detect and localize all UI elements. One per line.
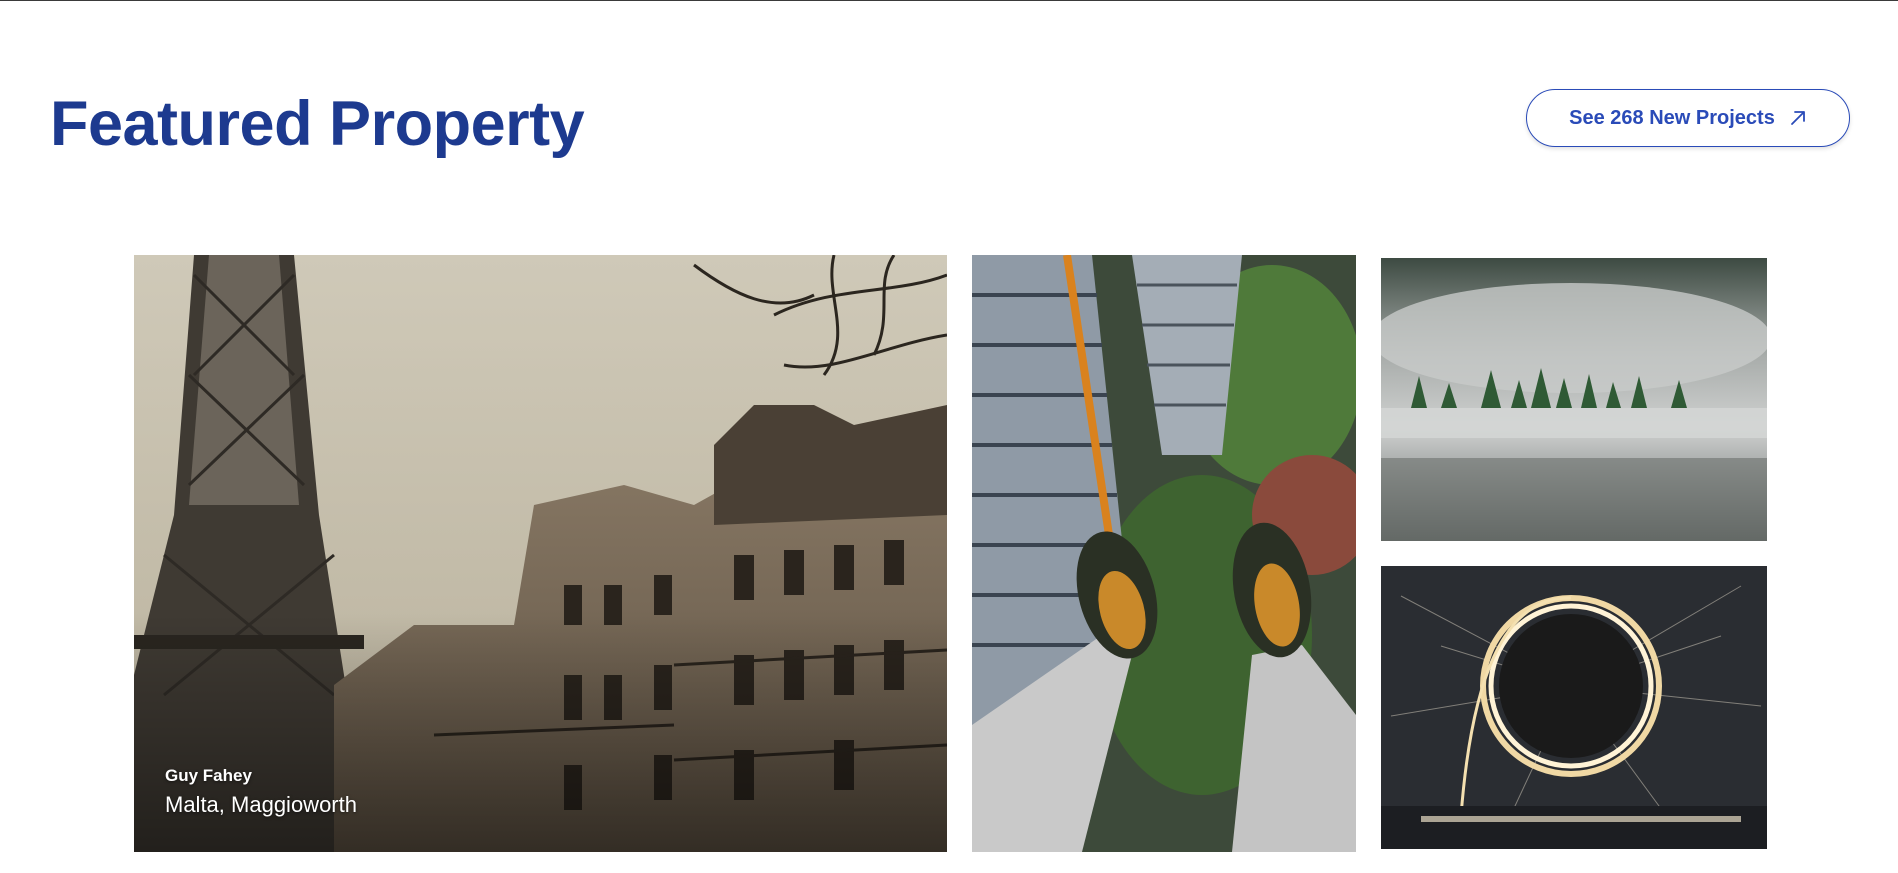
- cta-label: See 268 New Projects: [1569, 106, 1775, 129]
- property-card-skyscrapers[interactable]: [972, 255, 1356, 852]
- agent-name: Guy Fahey: [165, 766, 252, 785]
- top-border-line: [0, 0, 1898, 1]
- property-card-misty-forest[interactable]: [1381, 258, 1767, 541]
- property-card-paris[interactable]: Guy Fahey Malta, Maggioworth: [134, 255, 947, 852]
- paris-eiffel-tower-photo: [134, 255, 947, 852]
- section-title: Featured Property: [50, 89, 585, 159]
- misty-forest-photo: [1381, 258, 1767, 541]
- property-location: Malta, Maggioworth: [165, 792, 357, 817]
- feet-over-city-photo: [972, 255, 1356, 852]
- light-ring-photo: [1381, 566, 1767, 849]
- property-card-light-ring[interactable]: [1381, 566, 1767, 849]
- property-caption: Guy Fahey Malta, Maggioworth: [165, 766, 357, 818]
- see-new-projects-button[interactable]: See 268 New Projects: [1526, 89, 1850, 147]
- arrow-up-right-icon: [1790, 111, 1805, 125]
